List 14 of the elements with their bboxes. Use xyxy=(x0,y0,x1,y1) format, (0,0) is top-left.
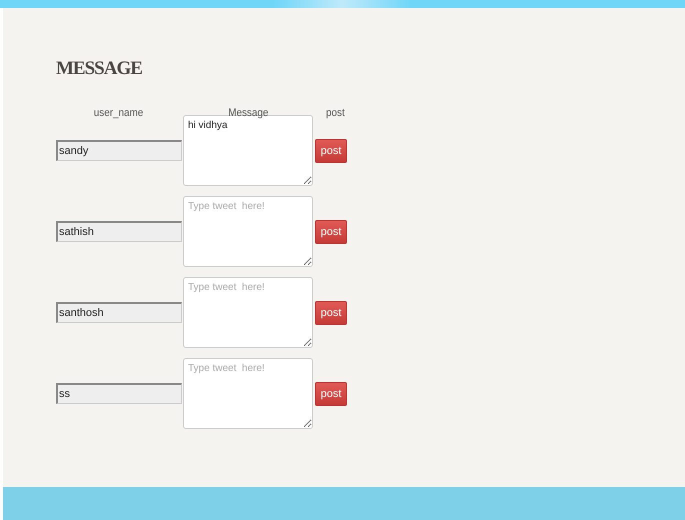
message-field[interactable]: Type tweet here! xyxy=(183,277,313,348)
username-field[interactable]: santhosh xyxy=(56,302,182,323)
column-header: user_name xyxy=(94,107,144,119)
post-button[interactable]: post xyxy=(315,382,347,406)
message-field[interactable]: Type tweet here! xyxy=(183,358,313,429)
post-button[interactable]: post xyxy=(315,300,347,324)
post-button[interactable]: post xyxy=(315,138,347,162)
username-field[interactable]: ss xyxy=(56,383,182,404)
message-field[interactable]: Type tweet here! xyxy=(183,196,313,267)
username-field[interactable]: sathish xyxy=(56,221,182,242)
page-title: MESSAGE xyxy=(56,58,142,80)
column-header: post xyxy=(326,107,344,119)
username-field[interactable]: sandy xyxy=(56,140,182,161)
post-button[interactable]: post xyxy=(315,220,347,244)
